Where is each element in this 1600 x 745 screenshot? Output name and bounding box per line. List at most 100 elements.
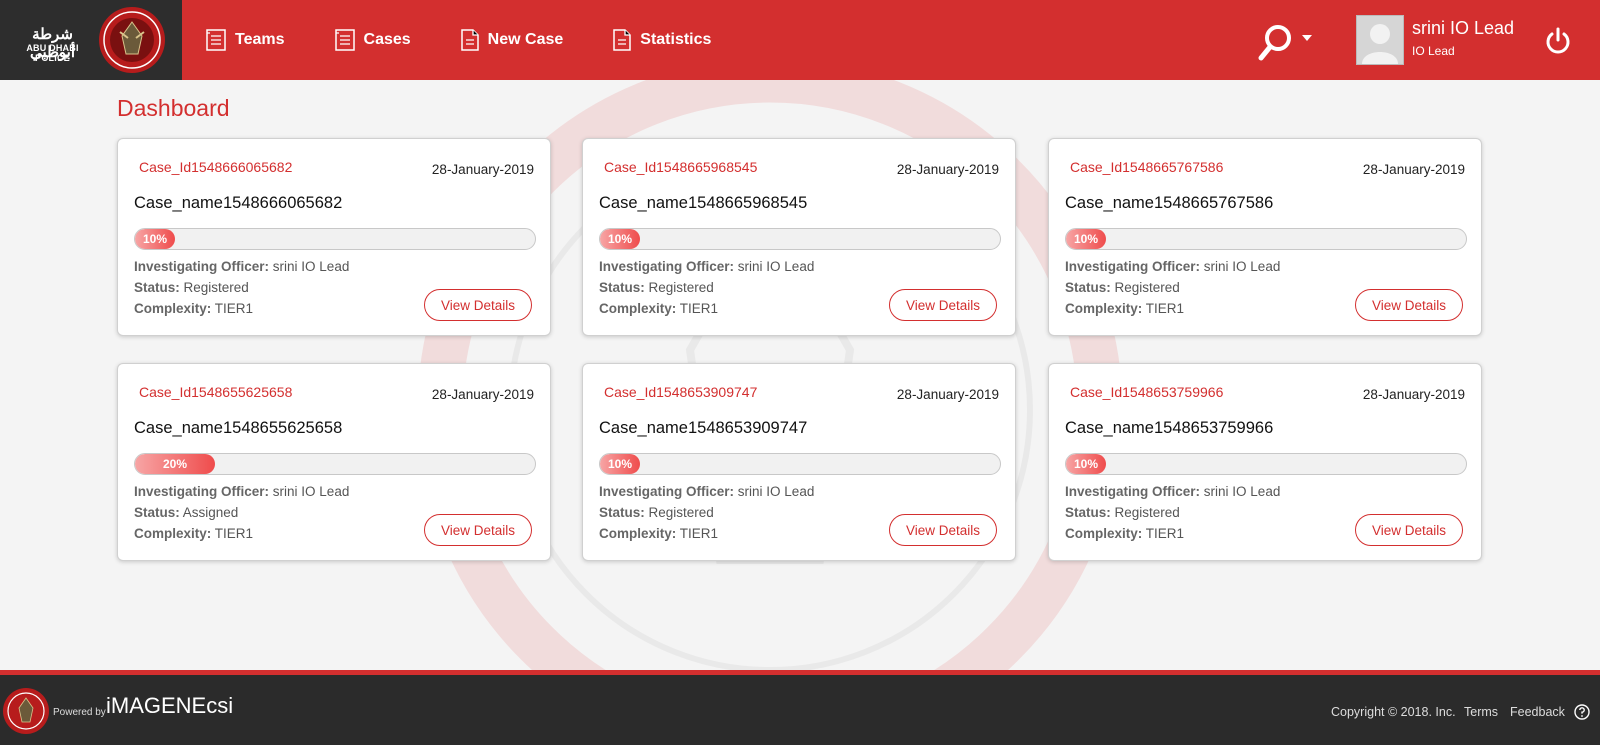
case-card: Case_Id1548655625658 28-January-2019 Case_…: [117, 363, 551, 561]
complexity-value: TIER1: [214, 526, 254, 541]
case-id-link[interactable]: Case_Id1548653759966: [1070, 384, 1223, 400]
complexity-label: Complexity:: [134, 301, 212, 316]
status-value: Registered: [183, 280, 249, 295]
case-name: Case_name1548666065682: [134, 194, 343, 212]
search-icon[interactable]: [1258, 22, 1318, 62]
terms-link[interactable]: Terms: [1464, 705, 1498, 719]
nav-statistics-label: Statistics: [640, 31, 712, 48]
view-details-button[interactable]: View Details: [424, 289, 532, 321]
help-icon[interactable]: [1574, 704, 1590, 720]
status-value: Registered: [648, 280, 714, 295]
status-label: Status:: [134, 280, 180, 295]
copyright: Copyright © 2018. Inc.: [1331, 705, 1456, 719]
view-details-button[interactable]: View Details: [889, 289, 997, 321]
status-value: Registered: [1114, 505, 1180, 520]
user-name[interactable]: srini IO Lead: [1412, 18, 1514, 39]
case-complexity: Complexity: TIER1: [134, 301, 253, 316]
power-icon[interactable]: [1544, 27, 1572, 55]
officer-label: Investigating Officer:: [134, 484, 270, 499]
case-date: 28-January-2019: [896, 162, 999, 177]
view-details-button[interactable]: View Details: [1355, 289, 1463, 321]
teams-document-icon: [206, 29, 226, 51]
officer-value: srini IO Lead: [272, 259, 350, 274]
case-id-link[interactable]: Case_Id1548655625658: [139, 384, 292, 400]
case-card: Case_Id1548653759966 28-January-2019 Case_…: [1048, 363, 1482, 561]
powered-by-label: Powered by: [53, 707, 106, 718]
officer-label: Investigating Officer:: [599, 484, 735, 499]
investigating-officer: Investigating Officer: srini IO Lead: [134, 259, 349, 274]
case-progress-fill: 20%: [135, 454, 215, 474]
case-progress-bar: 10%: [1065, 228, 1467, 250]
case-progress-fill: 10%: [135, 229, 175, 249]
search-dropdown-chevron-icon[interactable]: [1302, 35, 1312, 41]
status-value: Registered: [648, 505, 714, 520]
case-card: Case_Id1548666065682 28-January-2019 Case_…: [117, 138, 551, 336]
case-progress-bar: 20%: [134, 453, 536, 475]
case-progress-fill: 10%: [600, 454, 640, 474]
footer: Powered by iMAGENEcsi Copyright © 2018. …: [0, 675, 1600, 745]
status-label: Status:: [1065, 505, 1111, 520]
top-header: شرطة أبوظبي ABU DHABI POLICE Teams Cases…: [0, 0, 1600, 80]
case-progress-bar: 10%: [599, 453, 1001, 475]
complexity-value: TIER1: [679, 526, 719, 541]
view-details-button[interactable]: View Details: [889, 514, 997, 546]
investigating-officer: Investigating Officer: srini IO Lead: [134, 484, 349, 499]
case-progress-fill: 10%: [1066, 229, 1106, 249]
case-card: Case_Id1548665968545 28-January-2019 Case_…: [582, 138, 1016, 336]
logo-english-text: ABU DHABI POLICE: [26, 43, 79, 63]
case-name: Case_name1548665767586: [1065, 194, 1274, 212]
nav-teams[interactable]: Teams: [206, 29, 285, 51]
case-id-link[interactable]: Case_Id1548665767586: [1070, 159, 1223, 175]
view-details-button[interactable]: View Details: [1355, 514, 1463, 546]
case-date: 28-January-2019: [431, 387, 534, 402]
case-progress-bar: 10%: [1065, 453, 1467, 475]
view-details-button[interactable]: View Details: [424, 514, 532, 546]
user-silhouette-icon: [1362, 24, 1398, 64]
page-title: Dashboard: [117, 95, 230, 121]
nav-new-case[interactable]: New Case: [460, 29, 563, 51]
case-date: 28-January-2019: [1362, 162, 1465, 177]
complexity-value: TIER1: [679, 301, 719, 316]
case-status: Status: Registered: [134, 280, 249, 295]
avatar[interactable]: [1356, 15, 1404, 65]
case-card: Case_Id1548653909747 28-January-2019 Case_…: [582, 363, 1016, 561]
nav-teams-label: Teams: [235, 31, 285, 48]
officer-label: Investigating Officer:: [1065, 484, 1201, 499]
officer-value: srini IO Lead: [1203, 259, 1281, 274]
case-status: Status: Assigned: [134, 505, 238, 520]
case-card: Case_Id1548665767586 28-January-2019 Case_…: [1048, 138, 1482, 336]
case-id-link[interactable]: Case_Id1548653909747: [604, 384, 757, 400]
status-label: Status:: [134, 505, 180, 520]
case-id-link[interactable]: Case_Id1548666065682: [139, 159, 292, 175]
logo[interactable]: شرطة أبوظبي ABU DHABI POLICE: [0, 0, 182, 80]
case-name: Case_name1548655625658: [134, 419, 343, 437]
complexity-value: TIER1: [1145, 301, 1185, 316]
investigating-officer: Investigating Officer: srini IO Lead: [599, 484, 814, 499]
feedback-link[interactable]: Feedback: [1510, 705, 1565, 719]
officer-value: srini IO Lead: [272, 484, 350, 499]
case-id-link[interactable]: Case_Id1548665968545: [604, 159, 757, 175]
nav-statistics[interactable]: Statistics: [613, 29, 711, 51]
case-status: Status: Registered: [1065, 280, 1180, 295]
case-complexity: Complexity: TIER1: [1065, 526, 1184, 541]
officer-label: Investigating Officer:: [599, 259, 735, 274]
complexity-label: Complexity:: [1065, 301, 1143, 316]
complexity-label: Complexity:: [599, 301, 677, 316]
police-emblem-icon: [99, 7, 165, 73]
officer-label: Investigating Officer:: [1065, 259, 1201, 274]
status-value: Registered: [1114, 280, 1180, 295]
case-name: Case_name1548665968545: [599, 194, 808, 212]
cases-document-icon: [334, 29, 355, 51]
complexity-label: Complexity:: [1065, 526, 1143, 541]
case-progress-fill: 10%: [1066, 454, 1106, 474]
officer-value: srini IO Lead: [737, 484, 815, 499]
status-label: Status:: [599, 505, 645, 520]
case-status: Status: Registered: [1065, 505, 1180, 520]
case-date: 28-January-2019: [896, 387, 999, 402]
case-progress-bar: 10%: [134, 228, 536, 250]
officer-label: Investigating Officer:: [134, 259, 270, 274]
investigating-officer: Investigating Officer: srini IO Lead: [1065, 259, 1280, 274]
brand-logo: iMAGENEcsi: [106, 693, 234, 718]
nav-cases[interactable]: Cases: [334, 29, 411, 51]
case-name: Case_name1548653759966: [1065, 419, 1274, 437]
